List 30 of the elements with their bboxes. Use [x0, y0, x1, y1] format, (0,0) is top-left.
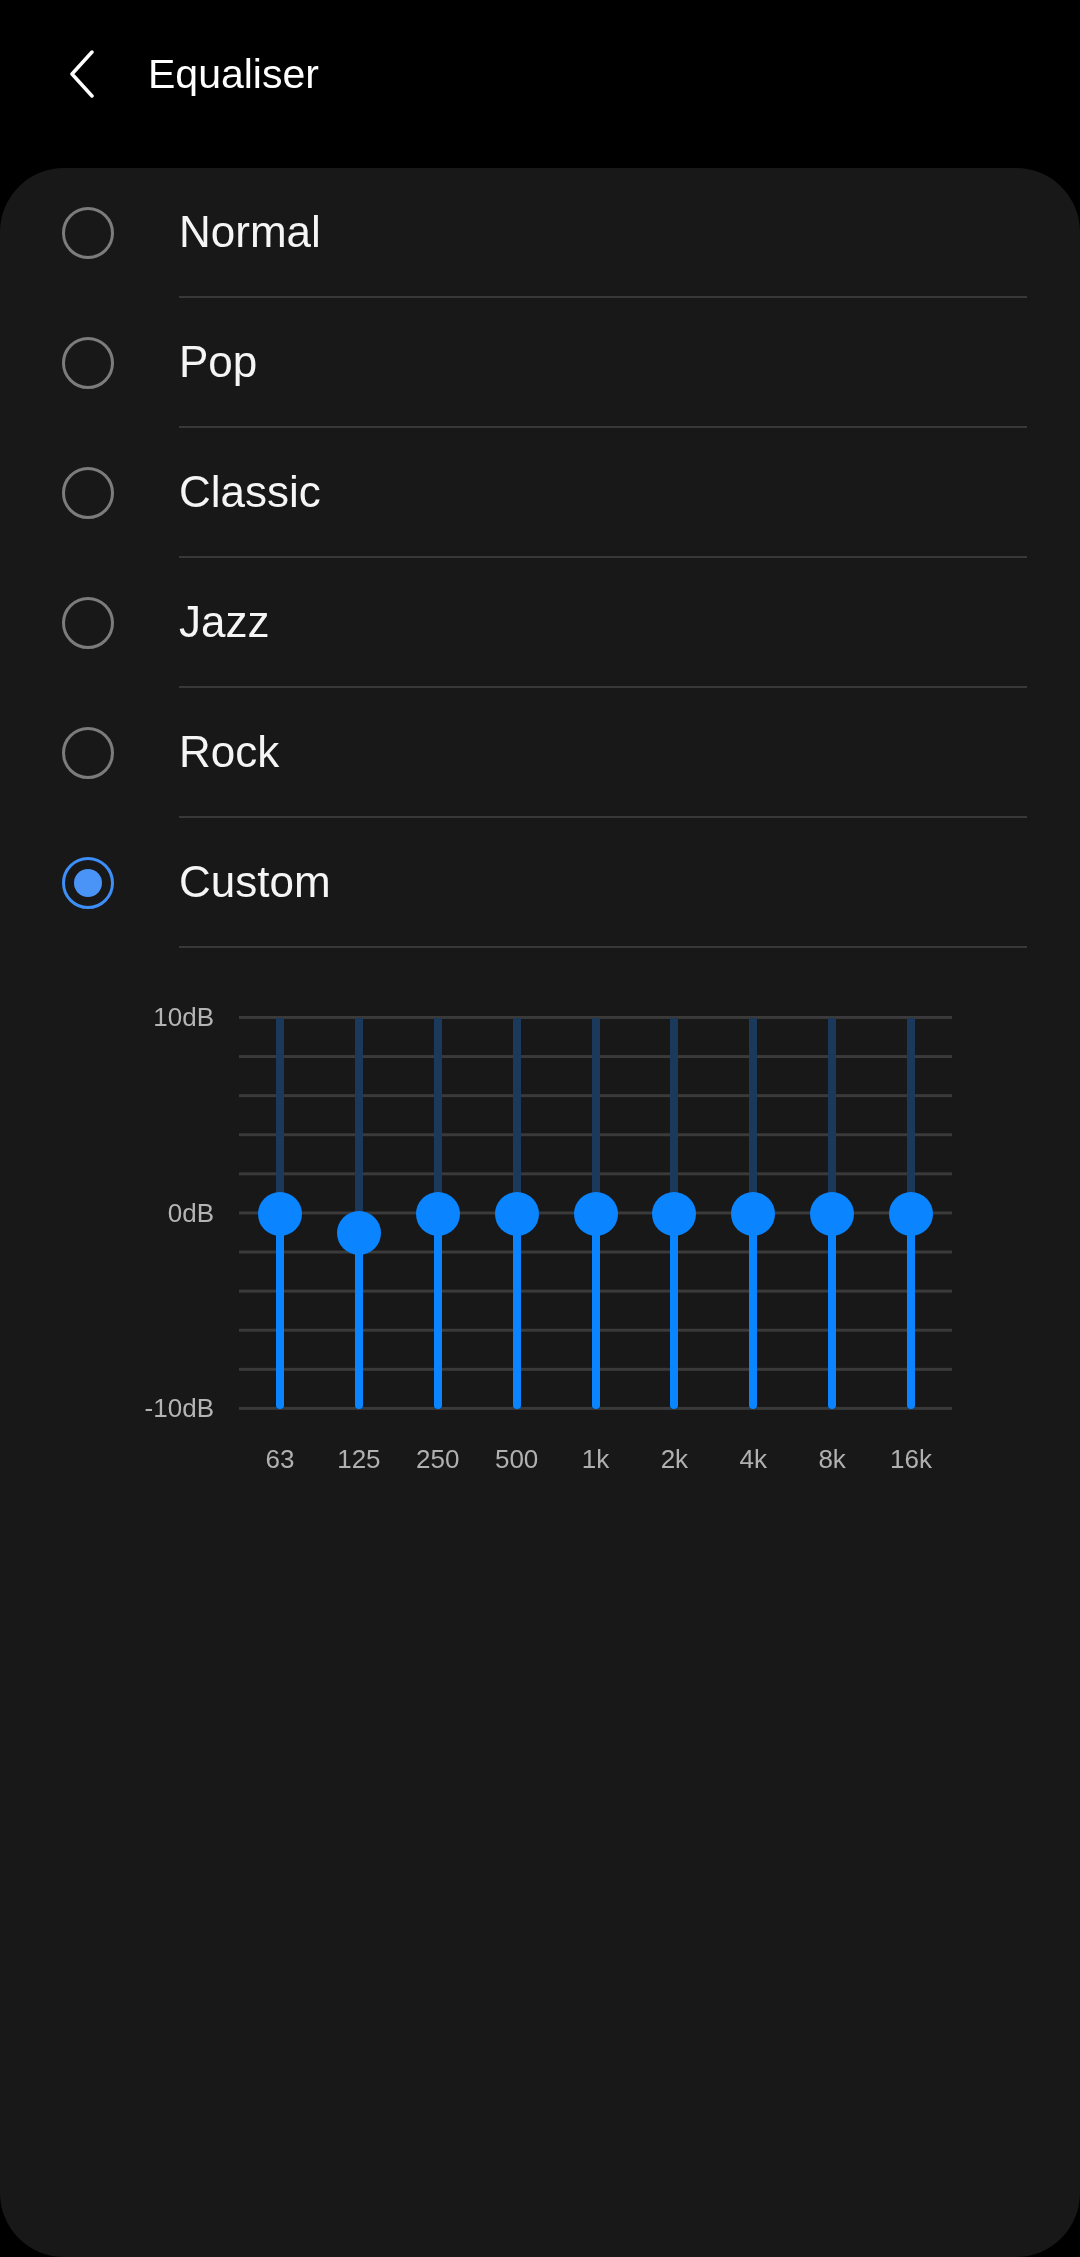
radio-button[interactable]: [62, 337, 114, 389]
back-icon: [69, 50, 95, 98]
band-label: 2k: [659, 1444, 690, 1474]
scale-label: -10dB: [144, 1393, 214, 1423]
radio-button[interactable]: [62, 727, 114, 779]
preset-option[interactable]: Classic: [0, 428, 1080, 558]
slider-thumb[interactable]: [889, 1191, 933, 1236]
radio-button[interactable]: [62, 857, 114, 909]
band-label: 63: [264, 1444, 296, 1474]
scale-label: 0dB: [167, 1197, 214, 1228]
scale-label: 10dB: [153, 1002, 214, 1032]
preset-option[interactable]: Custom: [0, 818, 1080, 948]
preset-option[interactable]: Normal: [0, 168, 1080, 298]
radio-button[interactable]: [62, 207, 114, 259]
radio-button[interactable]: [62, 597, 114, 649]
band-label: 4k: [738, 1444, 768, 1474]
band-label: 1k: [580, 1444, 611, 1474]
radio-button[interactable]: [62, 467, 114, 519]
band-label: 125: [336, 1444, 382, 1474]
back-button[interactable]: [69, 50, 95, 98]
band-label: 250: [415, 1444, 461, 1474]
band-label: 500: [493, 1444, 540, 1474]
preset-option[interactable]: Pop: [0, 298, 1080, 428]
band-label: 8k: [817, 1444, 847, 1474]
band-label: 16k: [889, 1444, 933, 1474]
page-title: Equaliser: [148, 50, 319, 99]
slider-thumb[interactable]: [336, 1211, 381, 1256]
slider-thumb[interactable]: [258, 1191, 302, 1236]
preset-option[interactable]: Rock: [0, 688, 1080, 818]
preset-option[interactable]: Jazz: [0, 558, 1080, 688]
